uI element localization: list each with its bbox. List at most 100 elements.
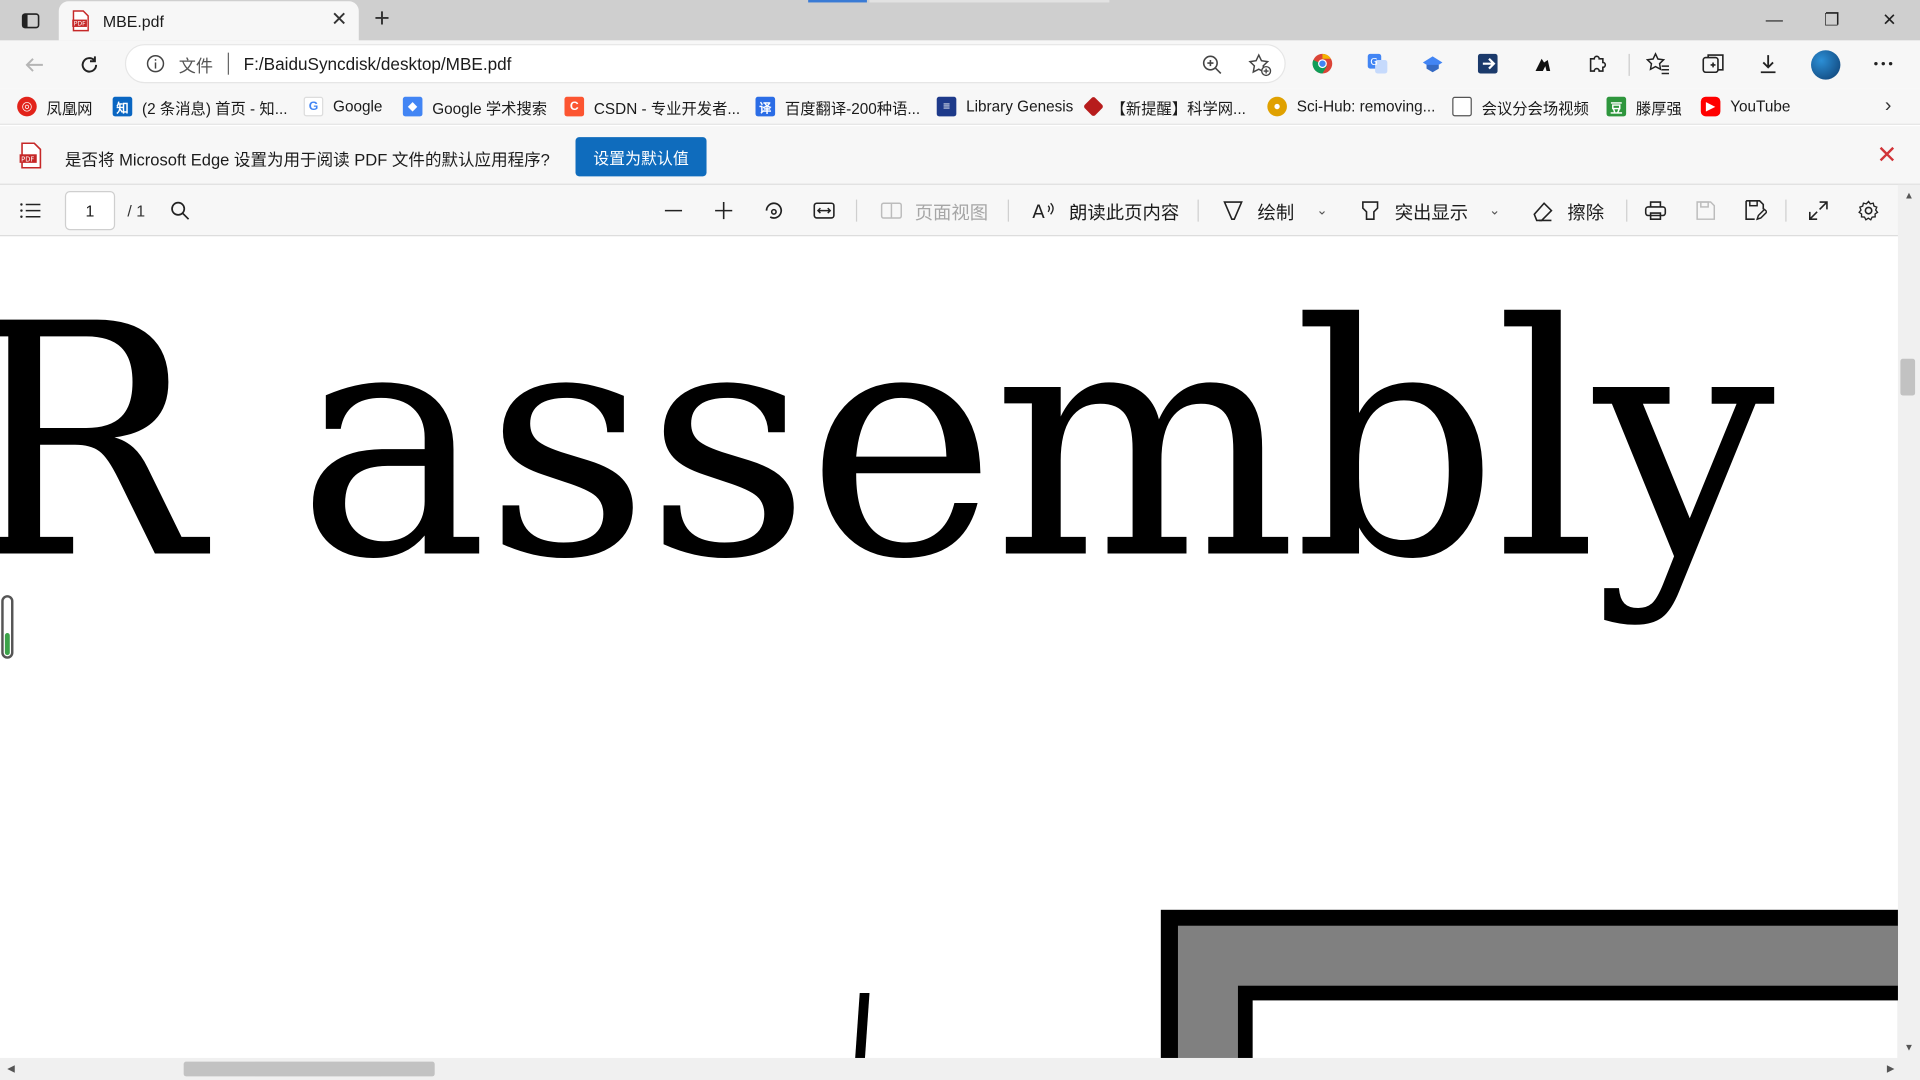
pdf-figure-frame-content bbox=[1252, 1000, 1898, 1058]
toolbar-separator bbox=[1626, 199, 1628, 222]
zoom-icon[interactable] bbox=[1201, 54, 1223, 76]
favorite-csdn[interactable]: C CSDN - 专业开发者... bbox=[564, 96, 740, 118]
new-tab-button[interactable]: + bbox=[367, 4, 396, 34]
print-icon bbox=[1644, 201, 1667, 220]
svg-text:G: G bbox=[1370, 57, 1378, 68]
refresh-button[interactable] bbox=[72, 49, 106, 81]
url-separator bbox=[227, 52, 229, 75]
page-view-icon bbox=[878, 197, 905, 224]
page-icon bbox=[1452, 96, 1472, 117]
rotate-icon bbox=[765, 202, 783, 219]
favorite-google-scholar[interactable]: ◆ Google 学术搜索 bbox=[402, 96, 547, 118]
favorite-label: 滕厚强 bbox=[1635, 99, 1682, 117]
favorite-label: 凤凰网 bbox=[46, 99, 93, 117]
extension-bird-button[interactable] bbox=[1529, 50, 1556, 77]
favorite-google[interactable]: G Google bbox=[303, 96, 382, 118]
collections-button[interactable] bbox=[1700, 50, 1727, 77]
contents-button[interactable] bbox=[17, 197, 44, 224]
profile-avatar[interactable] bbox=[1811, 50, 1841, 80]
rotate-button[interactable] bbox=[760, 197, 787, 224]
favorite-douban[interactable]: 豆 滕厚强 bbox=[1606, 96, 1682, 118]
extension-circle-icon bbox=[1312, 53, 1333, 74]
favorite-zhihu[interactable]: 知 (2 条消息) 首页 - 知... bbox=[112, 96, 288, 118]
default-pdf-app-banner: PDF 是否将 Microsoft Edge 设置为用于阅读 PDF 文件的默认… bbox=[0, 126, 1920, 185]
settings-more-button[interactable] bbox=[1870, 50, 1897, 77]
download-icon bbox=[1760, 55, 1776, 74]
zoom-in-button[interactable] bbox=[710, 197, 737, 224]
favorite-label: Library Genesis bbox=[966, 97, 1074, 116]
back-arrow-icon bbox=[25, 58, 43, 72]
fit-width-icon bbox=[813, 202, 835, 219]
page-number-input[interactable]: 1 bbox=[64, 191, 116, 231]
favorite-label: 【新提醒】科学网... bbox=[1110, 99, 1246, 117]
add-favorite-icon[interactable] bbox=[1248, 53, 1272, 77]
drag-region-indicator-track bbox=[869, 0, 1110, 3]
pdf-settings-button[interactable] bbox=[1855, 197, 1882, 224]
scroll-down-icon[interactable]: ▼ bbox=[1902, 1041, 1917, 1056]
favorite-library-genesis[interactable]: ≡ Library Genesis bbox=[936, 96, 1074, 118]
favorite-phoenix[interactable]: ◎ 凤凰网 bbox=[17, 96, 92, 118]
favorite-sciencenet[interactable]: 【新提醒】科学网... bbox=[1083, 96, 1246, 118]
fullscreen-button[interactable] bbox=[1805, 197, 1832, 224]
eraser-icon bbox=[1529, 197, 1556, 224]
banner-close-icon[interactable]: ✕ bbox=[1876, 143, 1898, 167]
fit-width-button[interactable] bbox=[811, 197, 838, 224]
save-as-button[interactable] bbox=[1742, 197, 1769, 224]
tab-close-icon[interactable]: ✕ bbox=[329, 10, 349, 31]
tab-title: MBE.pdf bbox=[102, 11, 164, 31]
restore-button[interactable]: ❐ bbox=[1804, 0, 1860, 39]
tab-mbe-pdf[interactable]: PDF MBE.pdf ✕ bbox=[58, 1, 359, 41]
url-text[interactable]: F:/BaiduSyncdisk/desktop/MBE.pdf bbox=[244, 54, 512, 74]
favorite-label: (2 条消息) 首页 - 知... bbox=[142, 99, 288, 117]
draw-dropdown-chevron-icon[interactable]: ⌄ bbox=[1316, 202, 1327, 218]
find-button[interactable] bbox=[167, 197, 194, 224]
chevron-right-icon[interactable]: › bbox=[1878, 96, 1898, 118]
scroll-left-icon[interactable]: ◀ bbox=[4, 1062, 19, 1077]
zoom-out-button[interactable] bbox=[660, 197, 687, 224]
close-window-button[interactable]: ✕ bbox=[1861, 0, 1917, 39]
save-button[interactable] bbox=[1692, 197, 1719, 224]
scroll-right-icon[interactable]: ▶ bbox=[1883, 1062, 1898, 1077]
print-button[interactable] bbox=[1642, 197, 1669, 224]
pdf-document-area[interactable]: R assembly bbox=[0, 236, 1898, 1058]
vertical-scroll-thumb[interactable] bbox=[1900, 358, 1916, 396]
page-view-button[interactable]: 页面视图 bbox=[915, 200, 988, 226]
browser-window: PDF MBE.pdf ✕ + — ❐ ✕ 文件 F:/BaiduSyncdis… bbox=[0, 0, 1920, 1080]
favorite-scihub[interactable]: ● Sci-Hub: removing... bbox=[1267, 96, 1435, 118]
erase-button[interactable]: 擦除 bbox=[1567, 200, 1604, 226]
vertical-scrollbar[interactable] bbox=[1897, 184, 1920, 1058]
info-icon[interactable] bbox=[146, 54, 166, 74]
scroll-up-icon[interactable]: ▲ bbox=[1902, 189, 1917, 204]
horizontal-scroll-thumb[interactable] bbox=[183, 1061, 435, 1077]
minus-icon bbox=[664, 209, 683, 212]
favorite-meeting-video[interactable]: 会议分会场视频 bbox=[1452, 96, 1589, 118]
favorite-baidu-translate[interactable]: 译 百度翻译-200种语... bbox=[755, 96, 921, 118]
plus-icon bbox=[715, 202, 733, 220]
pdf-toolbar: 1 / 1 页面视图 A 朗读此页内容 绘制 ⌄ 突出显示 ⌄ 擦除 bbox=[0, 184, 1920, 237]
draw-button[interactable]: 绘制 bbox=[1258, 200, 1295, 226]
minimize-button[interactable]: — bbox=[1746, 0, 1802, 39]
extension-translate-button[interactable]: G bbox=[1364, 50, 1391, 77]
favorite-youtube[interactable]: ▶ YouTube bbox=[1700, 96, 1790, 118]
favorites-button[interactable] bbox=[1644, 50, 1671, 77]
toolbar-separator bbox=[1197, 199, 1199, 222]
url-scheme-label: 文件 bbox=[178, 56, 214, 76]
highlight-dropdown-chevron-icon[interactable]: ⌄ bbox=[1489, 202, 1500, 218]
address-bar[interactable]: 文件 F:/BaiduSyncdisk/desktop/MBE.pdf bbox=[124, 44, 1286, 84]
extension-arrow-button[interactable] bbox=[1474, 50, 1501, 77]
favorite-label: 百度翻译-200种语... bbox=[784, 99, 921, 117]
back-button[interactable] bbox=[17, 49, 51, 81]
downloads-button[interactable] bbox=[1755, 50, 1782, 77]
extension-scholar-button[interactable] bbox=[1419, 50, 1446, 77]
douban-icon: 豆 bbox=[1606, 96, 1627, 117]
favorite-label: CSDN - 专业开发者... bbox=[593, 99, 741, 117]
baidu-translate-icon: 译 bbox=[755, 96, 776, 117]
refresh-icon bbox=[81, 56, 98, 73]
extensions-button[interactable] bbox=[1584, 50, 1611, 77]
tab-actions-button[interactable] bbox=[10, 6, 52, 35]
save-as-icon bbox=[1745, 200, 1767, 221]
set-default-button[interactable]: 设置为默认值 bbox=[575, 137, 707, 177]
extension-chrome-like-button[interactable] bbox=[1309, 50, 1336, 77]
highlight-button[interactable]: 突出显示 bbox=[1395, 200, 1468, 226]
read-aloud-button[interactable]: 朗读此页内容 bbox=[1069, 200, 1179, 226]
